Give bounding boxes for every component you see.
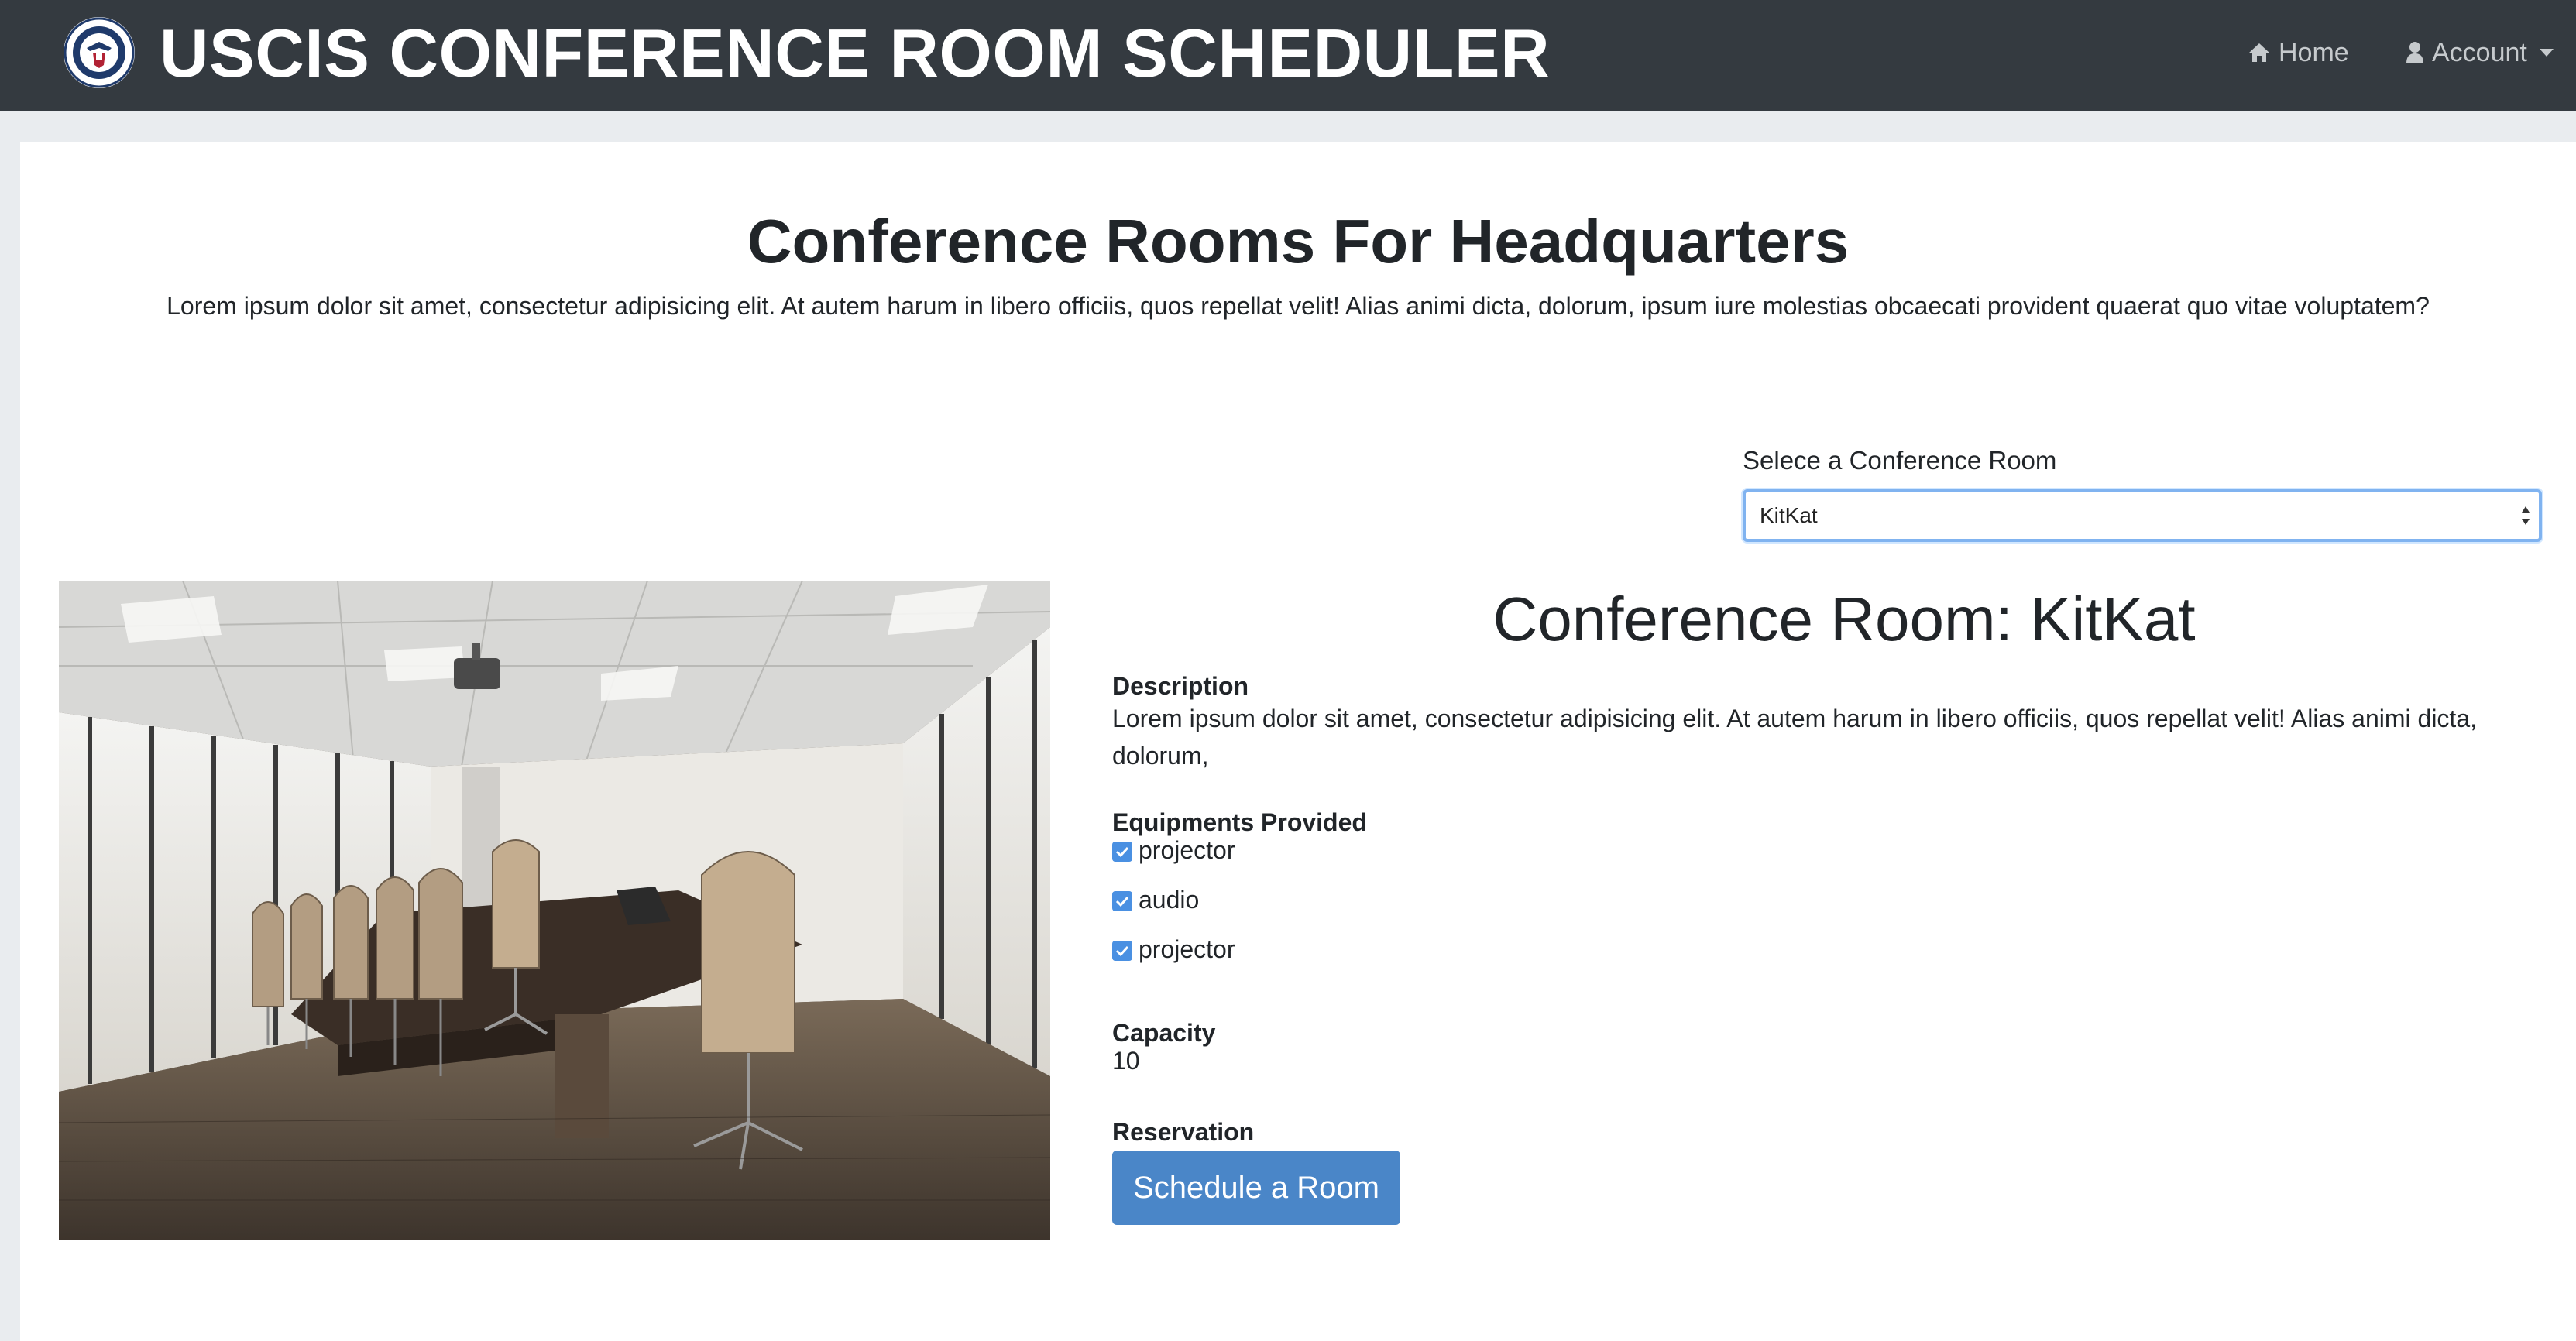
page-lead: Lorem ipsum dolor sit amet, consectetur … [167,292,2430,320]
equipment-item[interactable]: projector [1112,932,1235,966]
main-card: Conference Rooms For Headquarters Lorem … [20,142,2576,1341]
app-title[interactable]: USCIS CONFERENCE ROOM SCHEDULER [160,11,1550,96]
equipment-item-label: projector [1139,935,1235,963]
nav-home-label: Home [2279,38,2349,67]
capacity-value: 10 [1112,1047,1140,1075]
select-arrows-icon [2522,506,2530,525]
room-heading: Conference Room: KitKat [1492,585,2196,653]
schedule-room-button[interactable]: Schedule a Room [1112,1151,1400,1225]
equipment-item-label: audio [1139,886,1200,914]
nav-home-link[interactable]: Home [2248,31,2349,74]
equipment-item[interactable]: projector [1112,833,1235,867]
checkmark-icon [1115,896,1129,907]
description-text: Lorem ipsum dolor sit amet, consectetur … [1112,705,2477,770]
checkmark-icon [1115,846,1129,858]
top-navbar: USCIS CONFERENCE ROOM SCHEDULER Home Acc… [0,0,2576,111]
room-select-value: KitKat [1760,503,1818,527]
conference-room-photo [59,581,1050,1240]
home-icon [2249,43,2269,62]
nav-account-dropdown[interactable]: Account [2406,31,2554,74]
equipment-item-label: projector [1139,836,1235,864]
equipment-checkbox[interactable] [1112,891,1132,911]
reservation-label: Reservation [1112,1118,1255,1146]
nav-account-label: Account [2432,38,2527,67]
chevron-down-icon [2539,49,2554,57]
equipment-checkbox[interactable] [1112,941,1132,961]
equipment-checkbox[interactable] [1112,842,1132,862]
checkmark-icon [1115,945,1129,957]
user-icon [2406,42,2423,63]
description-label: Description [1112,672,1249,700]
page-title: Conference Rooms For Headquarters [747,207,1850,276]
equipment-item[interactable]: audio [1112,883,1199,917]
room-select-label: Selece a Conference Room [1743,446,2057,475]
room-select[interactable]: KitKat [1743,489,2542,542]
dhs-seal-icon[interactable] [64,17,135,88]
